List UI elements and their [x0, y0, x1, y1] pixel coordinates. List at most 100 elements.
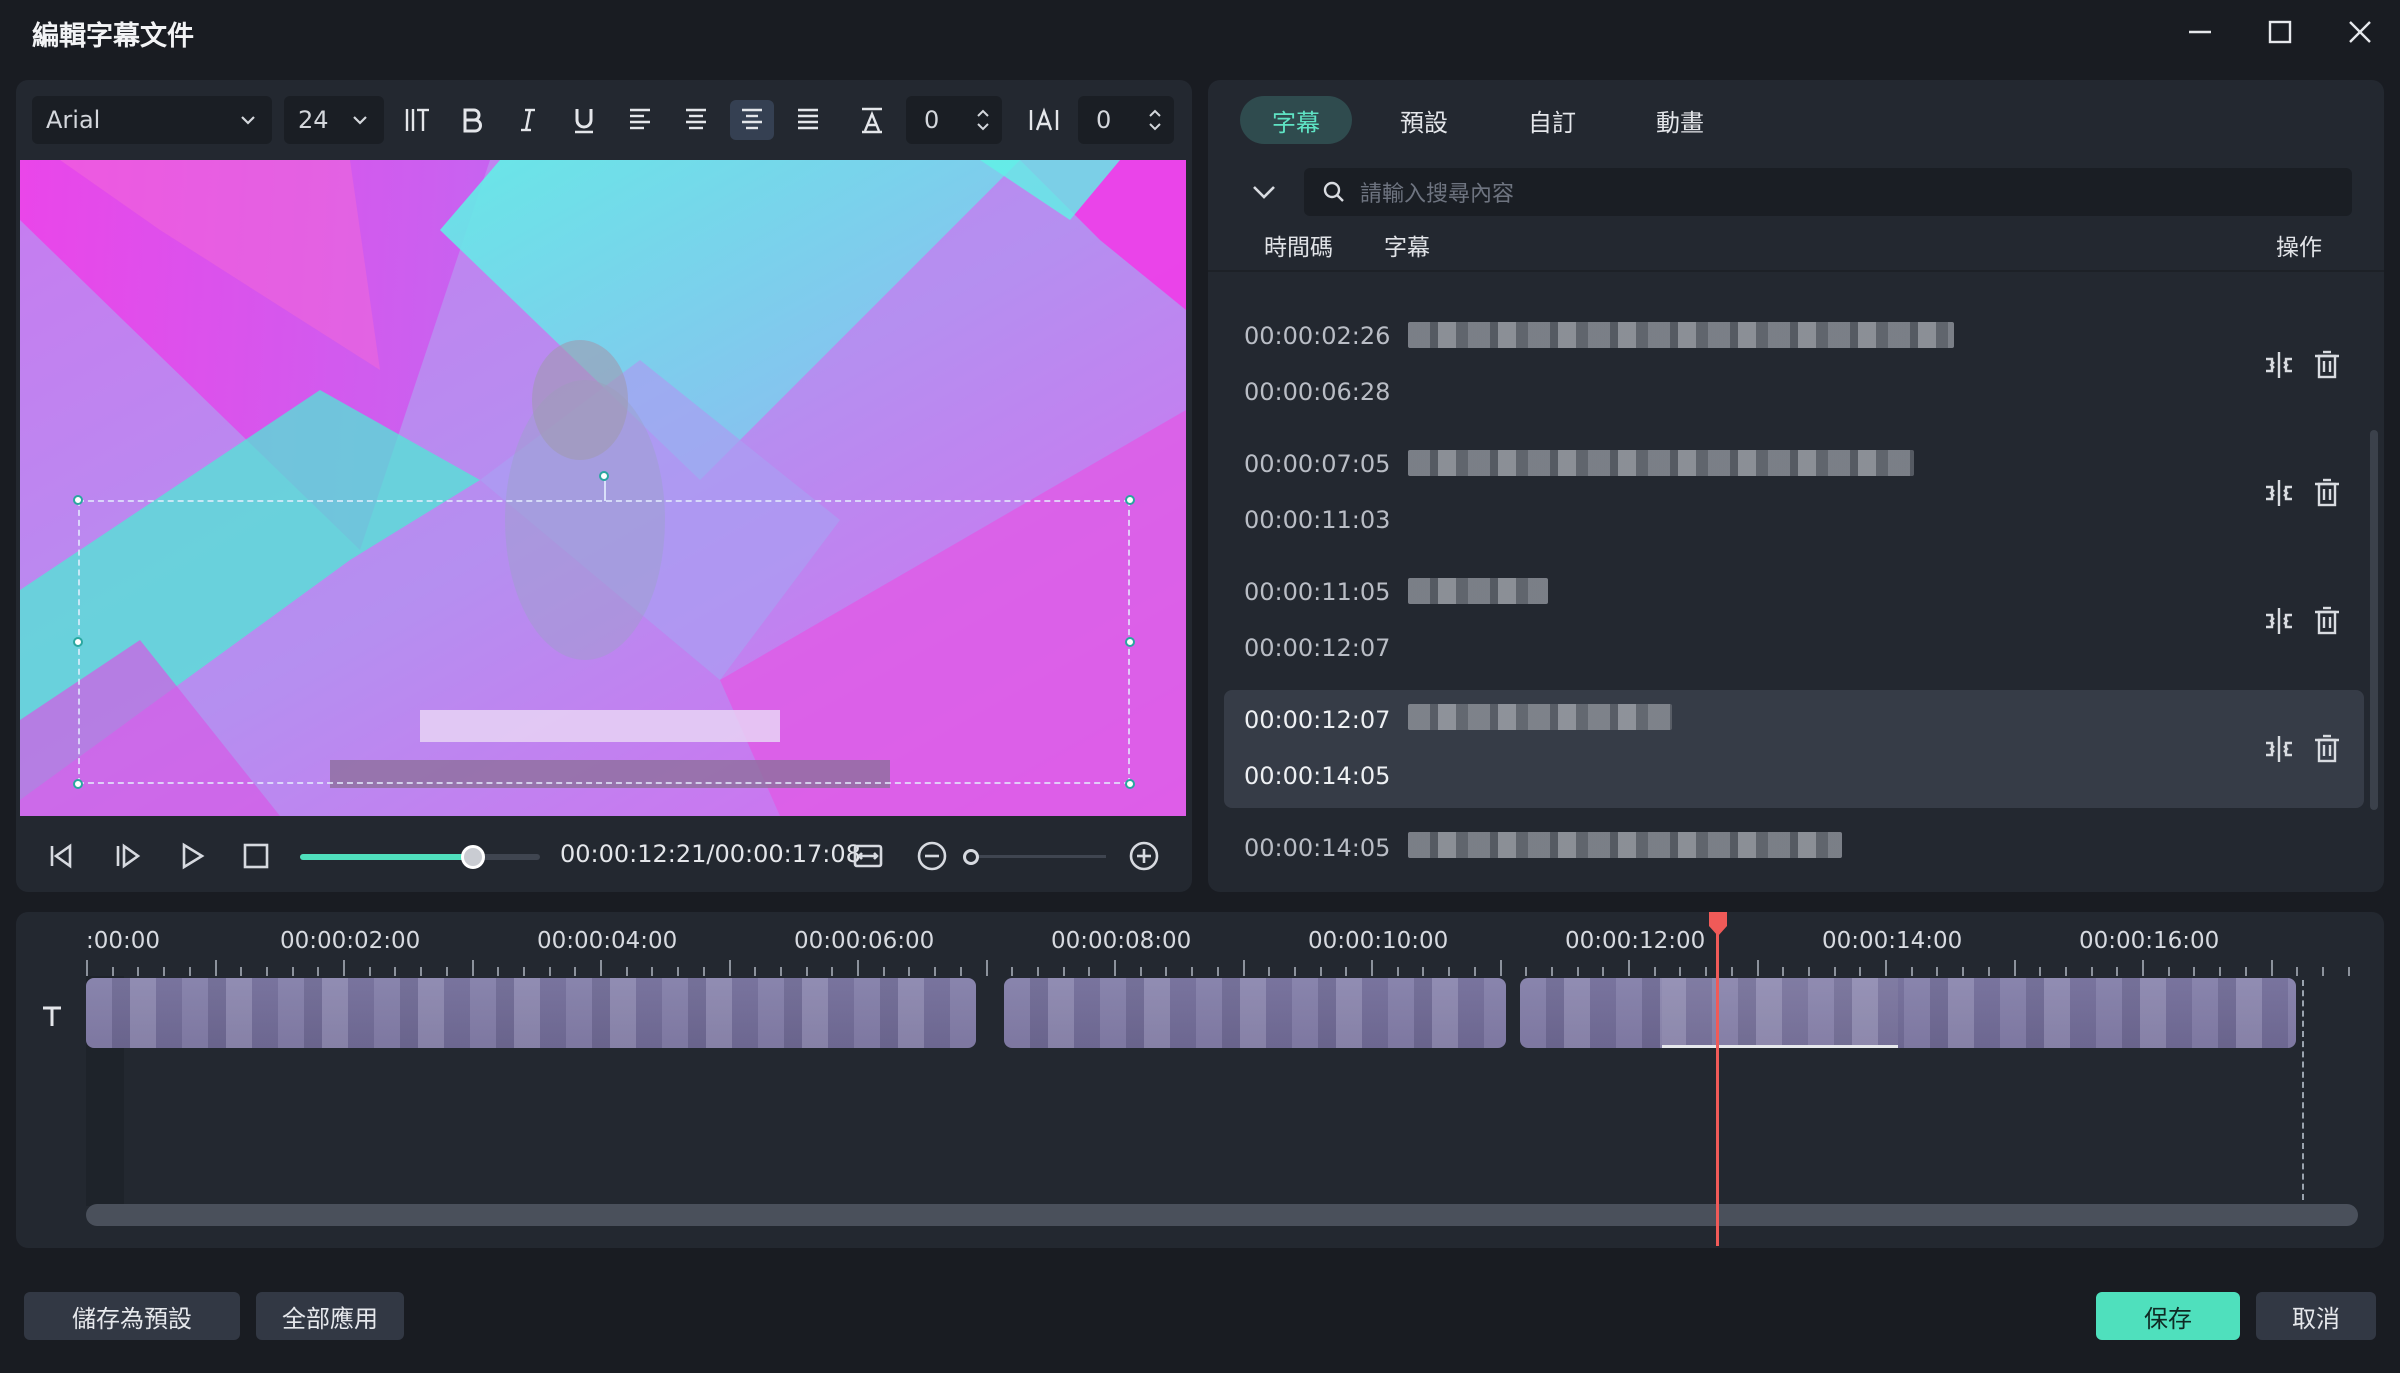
- delete-icon[interactable]: [2310, 476, 2344, 514]
- font-size-select[interactable]: 24: [284, 96, 384, 144]
- ruler-tick: [1550, 967, 1553, 976]
- delete-icon[interactable]: [2310, 348, 2344, 386]
- ruler-tick: [2013, 960, 2016, 976]
- resize-handle[interactable]: [73, 779, 83, 789]
- stepper-arrows-icon[interactable]: [1146, 105, 1164, 135]
- next-frame-icon[interactable]: [110, 838, 146, 878]
- cancel-button[interactable]: 取消: [2256, 1292, 2376, 1340]
- ruler-tick: [1088, 967, 1091, 976]
- ruler-tick: [985, 960, 988, 976]
- row-subtitle-text-blurred[interactable]: [1408, 578, 1548, 604]
- apply-all-button[interactable]: 全部應用: [256, 1292, 404, 1340]
- split-icon[interactable]: [2262, 476, 2296, 514]
- ruler-tick: [728, 960, 731, 976]
- subtitle-clip[interactable]: [1520, 978, 2296, 1048]
- collapse-chevron-icon[interactable]: [1248, 176, 1280, 212]
- align-left-icon[interactable]: [618, 100, 662, 140]
- ruler-label: 00:00:14:00: [1822, 928, 1963, 954]
- subtitle-row[interactable]: [1224, 562, 2364, 680]
- ruler-tick: [317, 967, 320, 976]
- prev-frame-icon[interactable]: [44, 838, 80, 878]
- ruler-tick: [188, 967, 191, 976]
- ruler-tick: [934, 967, 937, 976]
- subtitle-selection-box[interactable]: [78, 500, 1130, 784]
- ruler-tick: [1525, 967, 1528, 976]
- zoom-slider-knob[interactable]: [963, 849, 979, 865]
- italic-icon[interactable]: [506, 100, 550, 140]
- playback-progress-knob[interactable]: [460, 845, 485, 869]
- ruler-tick: [1962, 967, 1965, 976]
- subtitle-clip-selected[interactable]: [1662, 978, 1898, 1048]
- split-icon[interactable]: [2262, 348, 2296, 386]
- subtitle-clip[interactable]: [1004, 978, 1506, 1048]
- row-end-time: 00:00:12:07: [1244, 634, 1391, 662]
- font-family-select[interactable]: Arial: [32, 96, 272, 144]
- rotate-handle[interactable]: [599, 471, 609, 481]
- search-icon: [1323, 181, 1344, 202]
- split-icon[interactable]: [2262, 604, 2296, 642]
- close-icon[interactable]: [2336, 8, 2384, 56]
- line-spacing-stepper[interactable]: 0: [906, 96, 1002, 144]
- ruler-tick: [343, 960, 345, 976]
- resize-handle[interactable]: [73, 495, 83, 505]
- ruler-tick: [625, 967, 628, 976]
- resize-handle[interactable]: [1125, 495, 1135, 505]
- stop-icon[interactable]: [238, 838, 274, 878]
- playhead-line[interactable]: [1716, 916, 1719, 1246]
- resize-handle[interactable]: [1125, 779, 1135, 789]
- save-preset-button[interactable]: 儲存為預設: [24, 1292, 240, 1340]
- ruler-label: 00:00:04:00: [537, 928, 678, 954]
- align-center-icon[interactable]: [674, 100, 718, 140]
- underline-icon[interactable]: [562, 100, 606, 140]
- timeline-scrollbar[interactable]: [86, 1204, 2358, 1226]
- resize-handle[interactable]: [1125, 637, 1135, 647]
- search-box[interactable]: 請輸入搜尋內容: [1304, 168, 2352, 216]
- ruler-tick: [471, 960, 474, 976]
- line-spacing-icon[interactable]: [850, 100, 894, 140]
- play-icon[interactable]: [174, 838, 210, 878]
- tab-subtitle[interactable]: 字幕: [1240, 96, 1352, 144]
- tab-animation[interactable]: 動畫: [1624, 96, 1736, 144]
- bold-icon[interactable]: [450, 100, 494, 140]
- stepper-arrows-icon[interactable]: [974, 105, 992, 135]
- row-subtitle-text-blurred[interactable]: [1408, 832, 1842, 858]
- row-subtitle-text-blurred[interactable]: [1408, 704, 1672, 730]
- ruler-tick: [677, 967, 680, 976]
- ruler-tick: [1473, 967, 1476, 976]
- justify-icon[interactable]: [786, 100, 830, 140]
- align-center-active-icon[interactable]: [730, 100, 774, 140]
- delete-icon[interactable]: [2310, 604, 2344, 642]
- save-button[interactable]: 保存: [2096, 1292, 2240, 1340]
- timeline-ruler[interactable]: [86, 960, 2358, 976]
- tab-preset[interactable]: 預設: [1368, 96, 1480, 144]
- minimize-icon[interactable]: [2176, 8, 2224, 56]
- ruler-tick: [86, 960, 88, 976]
- delete-icon[interactable]: [2310, 732, 2344, 770]
- ruler-tick: [1730, 967, 1733, 976]
- ruler-tick: [240, 967, 243, 976]
- row-start-time: 00:00:11:05: [1244, 578, 1391, 606]
- zoom-in-icon[interactable]: [1126, 838, 1162, 878]
- ruler-label: :00:00: [86, 928, 161, 954]
- subtitle-list-scrollbar[interactable]: [2370, 430, 2378, 810]
- fit-screen-icon[interactable]: [850, 838, 886, 878]
- vertical-text-icon[interactable]: [396, 100, 440, 140]
- playback-progress-track[interactable]: [300, 854, 540, 860]
- resize-handle[interactable]: [73, 637, 83, 647]
- char-spacing-stepper[interactable]: 0: [1078, 96, 1174, 144]
- subtitle-row-selected[interactable]: [1224, 690, 2364, 808]
- zoom-out-icon[interactable]: [914, 838, 950, 878]
- ruler-tick: [368, 967, 371, 976]
- row-subtitle-text-blurred[interactable]: [1408, 322, 1954, 348]
- playhead-marker-icon[interactable]: [1706, 912, 1730, 942]
- char-spacing-icon[interactable]: [1022, 100, 1066, 140]
- row-subtitle-text-blurred[interactable]: [1408, 450, 1914, 476]
- subtitle-clip[interactable]: [86, 978, 976, 1048]
- split-icon[interactable]: [2262, 732, 2296, 770]
- ruler-tick: [1268, 967, 1271, 976]
- tab-custom[interactable]: 自訂: [1496, 96, 1608, 144]
- maximize-icon[interactable]: [2256, 8, 2304, 56]
- ruler-tick: [265, 967, 268, 976]
- ruler-tick: [1114, 960, 1116, 976]
- zoom-slider-track[interactable]: [966, 855, 1106, 858]
